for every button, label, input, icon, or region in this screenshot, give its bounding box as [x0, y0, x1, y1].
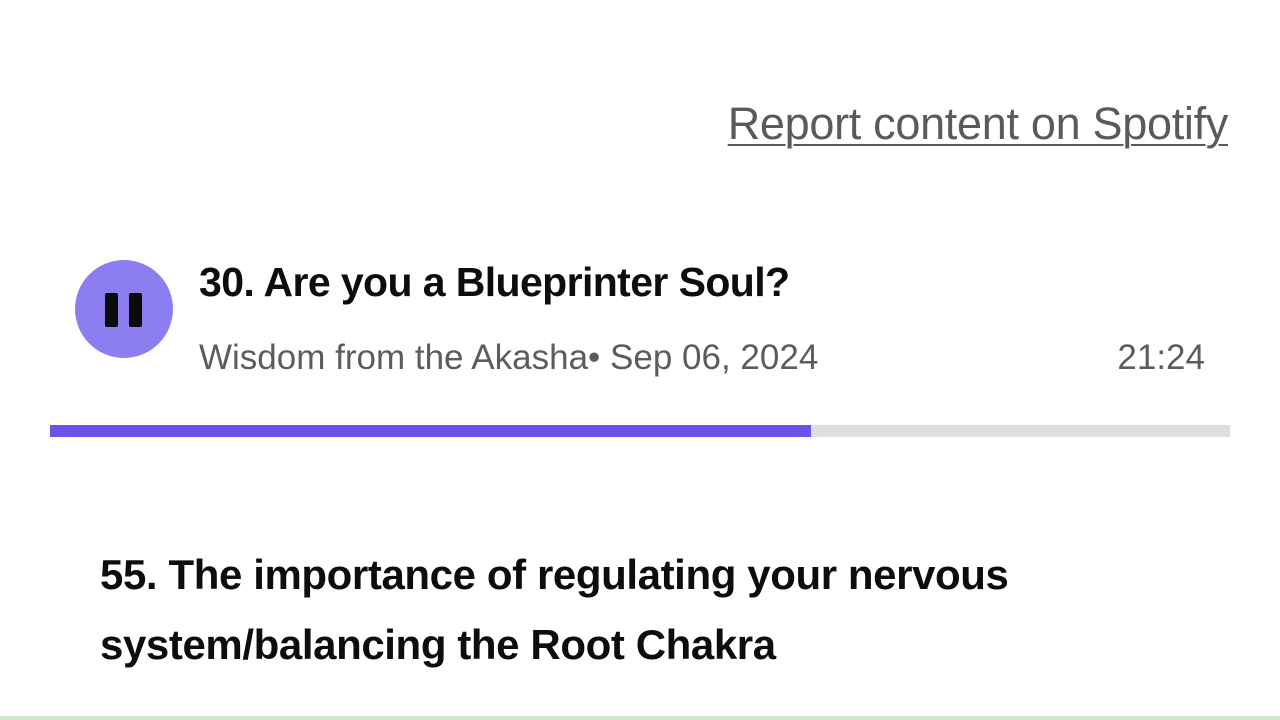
episode-row: 30. Are you a Blueprinter Soul? Wisdom f…: [75, 254, 1205, 384]
report-content-link[interactable]: Report content on Spotify: [728, 96, 1229, 152]
pause-button[interactable]: [75, 260, 173, 358]
episode-title[interactable]: 30. Are you a Blueprinter Soul?: [199, 254, 790, 310]
progress-bar[interactable]: [50, 425, 1230, 437]
progress-fill: [50, 425, 812, 437]
next-episode-title[interactable]: 55. The importance of regulating your ne…: [100, 540, 1220, 680]
episode-duration: 21:24: [1117, 338, 1205, 377]
meta-separator: •: [588, 338, 601, 377]
episode-date: Sep 06, 2024: [610, 338, 819, 377]
show-name[interactable]: Wisdom from the Akasha: [199, 338, 588, 377]
bottom-edge: [0, 716, 1280, 720]
episode-meta: Wisdom from the Akasha• Sep 06, 2024: [199, 336, 818, 380]
pause-icon: [105, 293, 143, 327]
